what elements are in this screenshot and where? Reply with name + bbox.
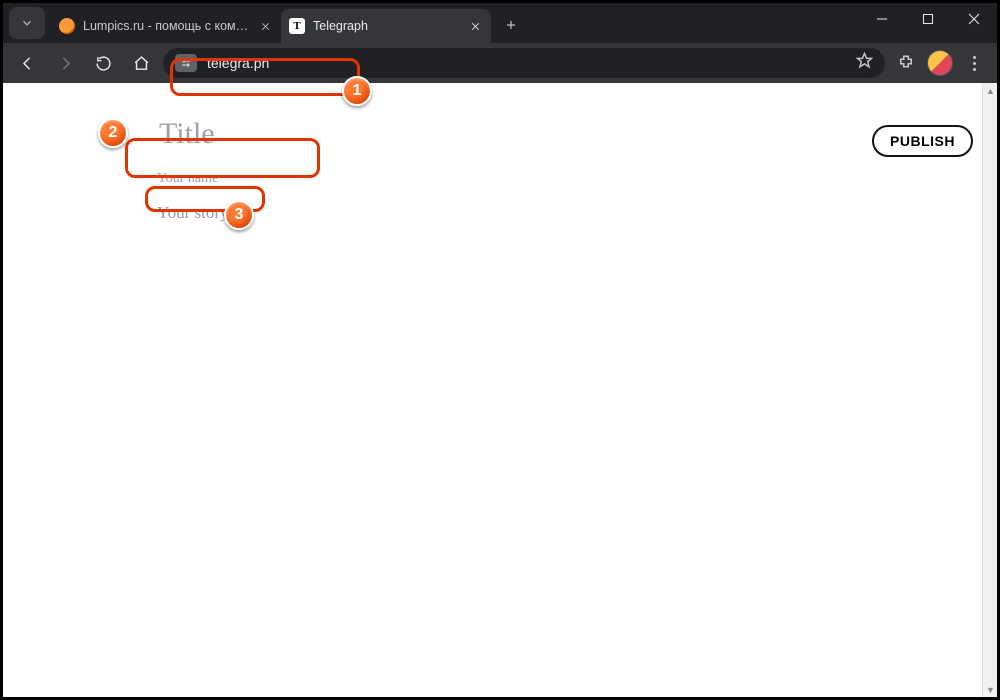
back-button[interactable] <box>11 47 43 79</box>
favicon-lumpics-icon <box>59 18 75 34</box>
page-content: Your story... PUBLISH ▲ ▼ <box>3 83 997 697</box>
bookmark-star-icon[interactable] <box>856 52 873 74</box>
title-input[interactable] <box>153 113 713 155</box>
extensions-button[interactable] <box>891 48 921 78</box>
browser-toolbar: telegra.ph <box>3 43 997 83</box>
new-tab-button[interactable] <box>497 11 525 39</box>
home-button[interactable] <box>125 47 157 79</box>
tab-telegraph[interactable]: T Telegraph <box>281 9 491 43</box>
story-input[interactable]: Your story... <box>153 203 713 223</box>
scroll-up-icon[interactable]: ▲ <box>983 83 998 98</box>
search-tabs-button[interactable] <box>9 7 45 39</box>
telegraph-editor: Your story... <box>153 113 713 223</box>
scrollbar[interactable]: ▲ ▼ <box>982 83 997 697</box>
author-name-input[interactable] <box>153 169 333 189</box>
tab-lumpics[interactable]: Lumpics.ru - помощь с компью <box>51 9 281 43</box>
window-titlebar: Lumpics.ru - помощь с компью T Telegraph <box>3 3 997 43</box>
tab-title: Lumpics.ru - помощь с компью <box>83 19 250 33</box>
browser-menu-button[interactable] <box>959 48 989 78</box>
window-controls <box>859 3 997 43</box>
reload-button[interactable] <box>87 47 119 79</box>
publish-button[interactable]: PUBLISH <box>872 125 973 157</box>
scroll-down-icon[interactable]: ▼ <box>983 682 998 697</box>
tab-close-button[interactable] <box>467 18 483 34</box>
url-text: telegra.ph <box>207 55 269 71</box>
window-close-button[interactable] <box>951 3 997 35</box>
window-minimize-button[interactable] <box>859 3 905 35</box>
address-bar[interactable]: telegra.ph <box>163 48 885 78</box>
site-settings-icon[interactable] <box>175 54 197 72</box>
tab-title: Telegraph <box>313 19 459 33</box>
tab-close-button[interactable] <box>258 18 273 34</box>
profile-avatar[interactable] <box>927 50 953 76</box>
favicon-telegraph-icon: T <box>289 18 305 34</box>
window-maximize-button[interactable] <box>905 3 951 35</box>
forward-button[interactable] <box>49 47 81 79</box>
